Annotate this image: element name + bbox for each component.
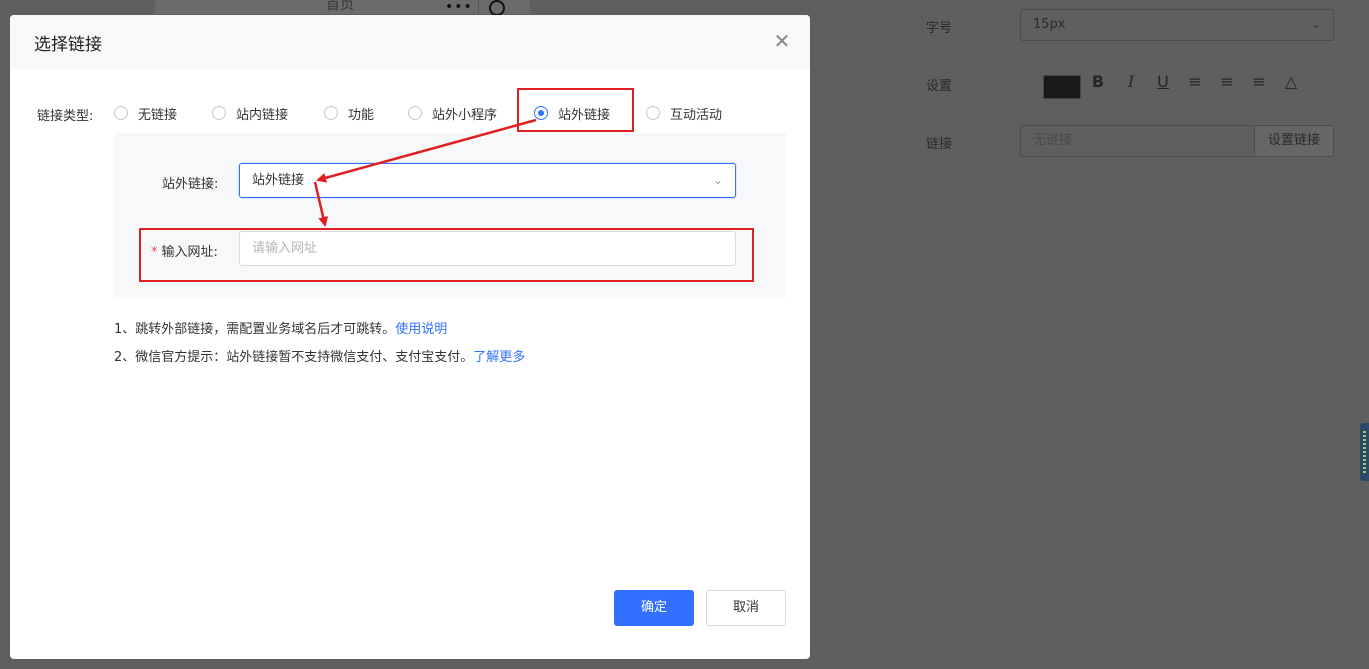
tip-line-2: 2、微信官方提示：站外链接暂不支持微信支付、支付宝支付。了解更多 <box>114 346 525 365</box>
text-color-swatch[interactable] <box>1043 75 1081 99</box>
confirm-button[interactable]: 确定 <box>614 590 694 626</box>
link-label: 链接 <box>926 137 953 152</box>
capsule-target-icon <box>489 0 505 16</box>
external-link-label: 站外链接: <box>162 177 219 192</box>
select-link-dialog: 选择链接 ✕ 链接类型: 无链接 站内链接 功能 站外小程序 站外链接 互动活动 <box>10 15 810 659</box>
annotation-box-external-radio <box>517 88 634 132</box>
align-right-icon[interactable]: ≡ <box>1249 72 1269 91</box>
radio-label: 站外小程序 <box>432 107 498 123</box>
align-left-icon[interactable]: ≡ <box>1185 72 1205 91</box>
properties-panel: 字号 15px ⌄ 设置 B I U ≡ ≡ ≡ △ 链接 无链接 设置链接 <box>862 0 1369 669</box>
dialog-header: 选择链接 ✕ <box>10 15 810 69</box>
link-display-field[interactable]: 无链接 <box>1020 125 1255 157</box>
font-size-select[interactable]: 15px ⌄ <box>1020 9 1334 41</box>
radio-circle-icon <box>646 106 660 120</box>
dialog-title: 选择链接 <box>34 35 102 55</box>
set-link-button[interactable]: 设置链接 <box>1254 125 1334 157</box>
close-icon[interactable]: ✕ <box>772 31 792 51</box>
phone-preview-header: 首页 ••• <box>155 0 530 16</box>
radio-interactive-activity[interactable]: 互动活动 <box>646 103 722 123</box>
tip-line-1: 1、跳转外部链接，需配置业务域名后才可跳转。使用说明 <box>114 318 447 337</box>
learn-more-link[interactable]: 了解更多 <box>473 350 525 365</box>
settings-label: 设置 <box>926 79 953 94</box>
chevron-down-icon: ⌄ <box>1311 18 1321 31</box>
radio-label: 站内链接 <box>236 107 289 123</box>
radio-circle-icon <box>212 106 226 120</box>
radio-circle-icon <box>324 106 338 120</box>
more-dots-icon: ••• <box>445 0 473 15</box>
font-size-value: 15px <box>1033 17 1066 32</box>
radio-label: 互动活动 <box>670 107 723 123</box>
chevron-down-icon: ⌄ <box>712 173 723 187</box>
align-center-icon[interactable]: ≡ <box>1217 72 1237 91</box>
preview-divider <box>478 0 479 14</box>
usage-guide-link[interactable]: 使用说明 <box>395 322 447 337</box>
radio-internal-link[interactable]: 站内链接 <box>212 103 288 123</box>
radio-no-link[interactable]: 无链接 <box>114 103 177 123</box>
link-type-label: 链接类型: <box>37 109 94 124</box>
external-link-select[interactable]: 站外链接 ⌄ <box>239 163 736 198</box>
side-floating-widget[interactable] <box>1360 423 1369 481</box>
radio-function[interactable]: 功能 <box>324 103 374 123</box>
italic-icon[interactable]: I <box>1121 72 1141 91</box>
tip-text: 1、跳转外部链接，需配置业务域名后才可跳转。 <box>114 322 396 337</box>
cancel-button[interactable]: 取消 <box>706 590 786 626</box>
tip-text: 2、微信官方提示：站外链接暂不支持微信支付、支付宝支付。 <box>114 350 474 365</box>
font-size-label: 字号 <box>926 21 953 36</box>
radio-external-miniprogram[interactable]: 站外小程序 <box>408 103 497 123</box>
external-link-select-value: 站外链接 <box>252 173 305 188</box>
preview-page-title: 首页 <box>326 0 354 13</box>
radio-circle-icon <box>114 106 128 120</box>
strikethrough-icon[interactable]: △ <box>1281 72 1301 91</box>
radio-label: 功能 <box>348 107 375 123</box>
bold-icon[interactable]: B <box>1088 72 1108 91</box>
link-type-row: 链接类型: 无链接 站内链接 功能 站外小程序 站外链接 互动活动 <box>10 103 810 124</box>
radio-label: 无链接 <box>138 107 178 123</box>
annotation-box-url-field <box>139 228 754 282</box>
radio-circle-icon <box>408 106 422 120</box>
underline-icon[interactable]: U <box>1153 72 1173 91</box>
